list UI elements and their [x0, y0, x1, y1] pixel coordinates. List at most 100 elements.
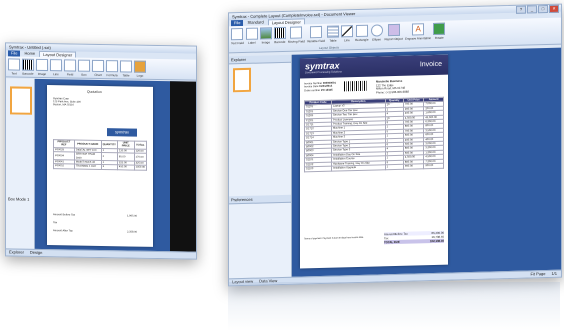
ribbon-ellipse-button[interactable]: Ellipse [370, 24, 383, 42]
left-dark-preview-pane [170, 81, 196, 253]
left-ribbon-line-button[interactable]: Line [50, 59, 62, 76]
left-doc-address: Symtrax Corp 123 Park Ave, Suite 400 Bos… [53, 97, 81, 107]
table-cell: 900.00 [423, 163, 444, 169]
rectangle-icon [355, 24, 368, 38]
left-page-thumbnail[interactable] [10, 86, 32, 115]
left-ribbon-text-button[interactable]: Text [8, 58, 20, 76]
right-window-controls: ? _ □ ✕ [516, 4, 559, 14]
text-icon [8, 58, 20, 71]
moving-field-icon [290, 26, 303, 39]
right-page-thumbnail[interactable] [233, 67, 251, 93]
rotate-icon [433, 22, 446, 35]
table-cell: 900.00 [403, 163, 424, 169]
text-field-icon [231, 27, 244, 41]
left-doc-grand-label: Amount After Tax [53, 229, 73, 233]
left-ribbon-chart-button[interactable]: Chart [92, 59, 104, 77]
status-zoom[interactable]: Fit Page [531, 271, 546, 277]
left-status-tab-explorer[interactable]: Explorer [9, 249, 24, 255]
ribbon-engrave-annotation-button[interactable]: A Engrave Annotation [405, 23, 431, 41]
ribbon-moving-field-button[interactable]: Moving Field [288, 26, 305, 44]
minimize-button[interactable]: _ [527, 5, 537, 14]
table-cell: P00052 [53, 164, 75, 169]
barcode-icon [273, 26, 286, 40]
left-status-tab-design[interactable]: Design [30, 250, 42, 256]
left-doc-header: Quotation [87, 89, 102, 95]
left-doc-grand-value: 2,358.00 [127, 230, 138, 234]
table-cell: SERVICE TEAM 3000 [74, 152, 102, 161]
ribbon-line-button[interactable]: Line [340, 25, 353, 42]
maximize-button[interactable]: □ [538, 4, 548, 14]
invoice-header-band: symtrax Document Processing Solutions In… [300, 54, 448, 79]
ribbon-barcode-button[interactable]: Barcode [273, 26, 286, 44]
formula-icon [106, 60, 118, 73]
ribbon-image-button[interactable]: Image [259, 27, 272, 44]
table-row: P00052 TRAINING 1 DAY 3 450.00 1350.00 [53, 164, 147, 171]
left-window-title: Symtrax - Untitled (.sxt) [9, 44, 51, 51]
right-side-bottom-label[interactable]: Preferences [229, 194, 291, 205]
ribbon-variable-field-button[interactable]: Variable Field [307, 25, 325, 43]
table-cell: 3 [101, 164, 118, 170]
right-side-panel-title: Explorer [229, 54, 291, 65]
left-ribbon-field-button[interactable]: Field [64, 59, 76, 77]
table-cell: 170.00 [134, 153, 147, 162]
variable-field-icon [309, 25, 322, 39]
table-icon [120, 60, 132, 73]
left-doc-tax-label: Tax [53, 221, 58, 225]
table-cell: 1 [385, 164, 404, 170]
left-side-panel: Box Mode 1 [6, 78, 35, 250]
left-ribbon-logo-button[interactable]: Logo [134, 60, 146, 78]
image-icon [36, 58, 48, 72]
left-document-page[interactable]: Quotation Symtrax Corp 123 Park Ave, Sui… [47, 85, 153, 247]
invoice-barcode [344, 80, 368, 92]
window-reflection [228, 282, 560, 331]
help-button[interactable]: ? [516, 5, 526, 14]
table-cell: TRAINING 1 DAY [74, 164, 102, 170]
ribbon-report-object-button[interactable]: Report Object [385, 23, 403, 41]
barcode-icon [22, 58, 34, 71]
left-side-bottom-label: Box Mode 1 [8, 196, 30, 202]
table-cell: 450.00 [117, 165, 135, 170]
left-ribbon-box-button[interactable]: Box [78, 59, 90, 77]
chart-icon [92, 59, 104, 73]
logo-icon [134, 60, 146, 73]
right-app-window: Symtrax - Complete Layout (CompleteInvoi… [228, 3, 562, 287]
invoice-page[interactable]: symtrax Document Processing Solutions In… [300, 54, 448, 269]
right-workspace: symtrax Document Processing Solutions In… [292, 47, 561, 278]
left-ribbon-image-button[interactable]: Image [36, 58, 48, 76]
ribbon-table-button[interactable]: Table [326, 25, 339, 43]
field-icon [64, 59, 76, 72]
invoice-customer-block: Marchello Business 122 The Edge Milton R… [376, 78, 409, 95]
left-doc-total-value: 1,965.00 [127, 214, 138, 218]
invoice-note: Terms of payment: Payment is due 30 days… [304, 236, 364, 241]
left-ribbon-formula-button[interactable]: Formula [106, 60, 118, 77]
invoice-title: Invoice [419, 60, 442, 69]
left-ribbon-table-button[interactable]: Table [120, 60, 132, 77]
table-cell: 1350.00 [134, 165, 147, 171]
ribbon-text-field-button[interactable]: Text Field [231, 27, 244, 45]
ribbon-group-label: Layout Objects [319, 45, 340, 50]
status-page-count: 1/1 [551, 270, 557, 276]
right-side-panel: Explorer Preferences [229, 54, 292, 280]
invoice-tagline: Document Processing Solutions [305, 70, 342, 75]
box-icon [78, 59, 90, 72]
line-icon [50, 59, 62, 72]
invoice-items-table: Product Code Description Quantity Unit P… [304, 97, 444, 172]
line-icon [340, 25, 353, 38]
ribbon-rotate-button[interactable]: Rotate [433, 22, 446, 40]
ribbon-rectangle-button[interactable]: Rectangle [355, 24, 369, 42]
left-ribbon: Text Barcode Image Line Field Box Chart … [6, 56, 196, 81]
left-app-window: Symtrax - Untitled (.sxt) File Home Layo… [5, 42, 197, 260]
ellipse-icon [370, 24, 383, 37]
left-doc-items-table: PRODUCT REF PRODUCT NAME QUANTITY UNIT P… [53, 139, 147, 171]
table-icon [326, 25, 339, 38]
invoice-totals: Amount Before Tax 85,400.00 Tax 16,738.40 … [384, 230, 444, 245]
label-icon [245, 27, 258, 40]
close-button[interactable]: ✕ [549, 4, 559, 13]
report-object-icon [387, 23, 400, 37]
annotation-icon: A [412, 23, 425, 36]
ribbon-label-button[interactable]: Label [245, 27, 258, 45]
left-ribbon-barcode-button[interactable]: Barcode [22, 58, 34, 76]
invoice-meta-block: Invoice Number 000000001 Invoice Date 01… [304, 81, 336, 93]
left-doc-symtrax-logo: symtrax [107, 128, 137, 137]
left-table-header: TOTAL [134, 141, 147, 150]
